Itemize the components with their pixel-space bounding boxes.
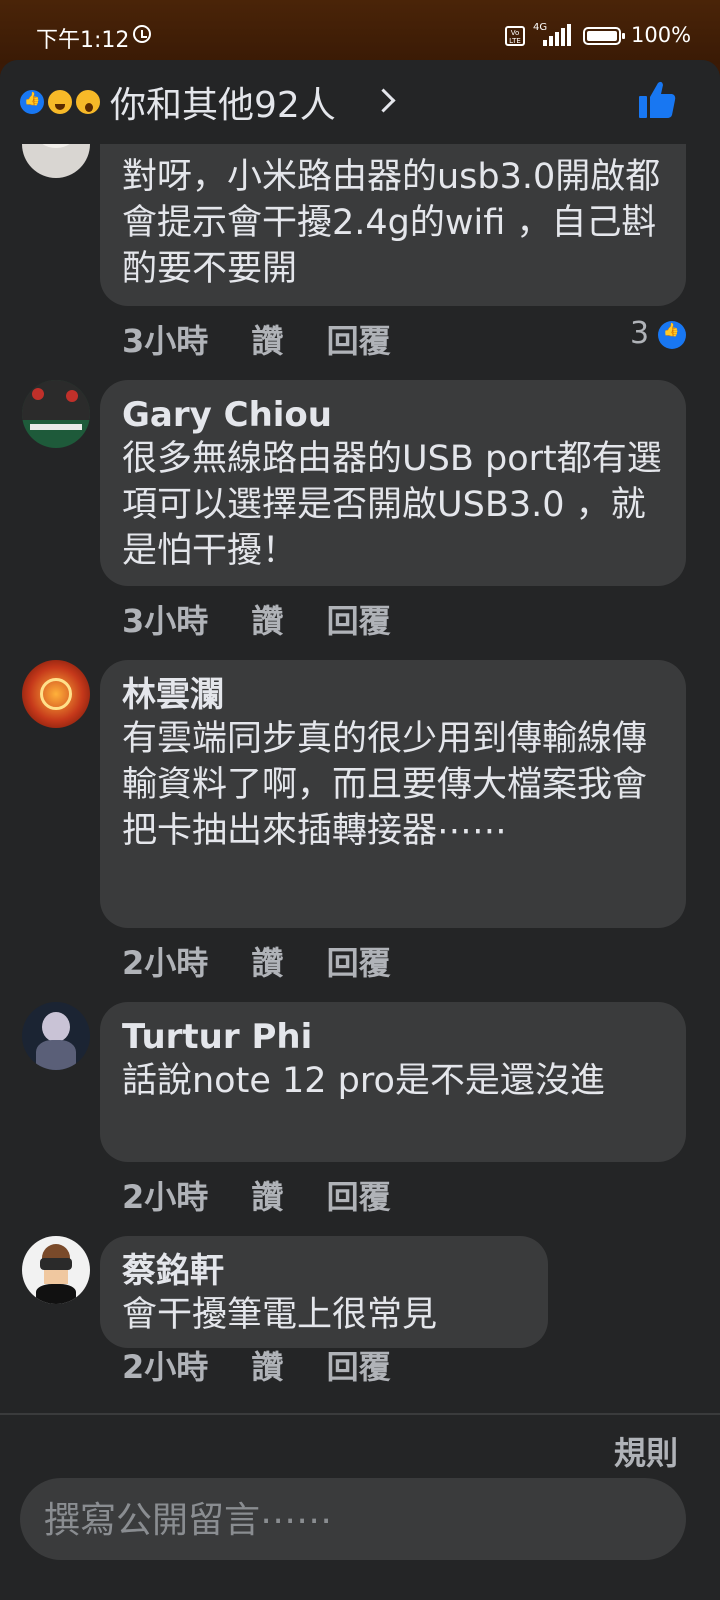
reactions-summary-text[interactable]: 你和其他92人 — [110, 76, 336, 128]
status-bar: 下午1:12 Vo LTE 4G 100% — [0, 0, 720, 64]
comment-author[interactable]: 蔡銘軒 — [122, 1250, 526, 1292]
reply-button[interactable]: 回覆 — [327, 1178, 391, 1216]
chevron-right-icon[interactable] — [371, 88, 396, 113]
volte-icon: Vo LTE — [505, 26, 525, 46]
comment-text: 很多無線路由器的USB port都有選項可以選擇是否開啟USB3.0 ，就是怕干… — [122, 439, 662, 571]
comment-bubble: Turtur Phi 話說note 12 pro是不是還沒進 — [100, 1002, 686, 1162]
comment-time: 2小時 — [122, 944, 209, 982]
reactions-summary-bar[interactable]: 你和其他92人 — [0, 60, 720, 144]
comment-compose-box[interactable] — [20, 1478, 686, 1562]
comment-text: 對呀，小米路由器的usb3.0開啟都會提示會干擾2.4g的wifi ，自己斟酌要… — [122, 157, 661, 289]
comment-text: 話說note 12 pro是不是還沒進 — [122, 1061, 605, 1101]
comment-actions: 2小時 讚 回覆 — [122, 1172, 423, 1218]
comments-sheet: 你和其他92人 對呀，小米路由器的usb3.0開啟都會提示會干擾2.4g的wif… — [0, 60, 720, 1600]
thumbs-up-icon[interactable] — [638, 80, 676, 120]
like-button[interactable]: 讚 — [251, 602, 283, 640]
divider — [0, 1413, 720, 1415]
comment-author[interactable]: Gary Chiou — [122, 394, 664, 436]
comment-time: 3小時 — [122, 602, 209, 640]
reply-button[interactable]: 回覆 — [327, 944, 391, 982]
haha-reaction-icon — [46, 88, 74, 116]
like-button[interactable]: 讚 — [251, 1178, 283, 1216]
comment-author[interactable]: 林雲瀾 — [122, 674, 664, 716]
like-badge-icon[interactable] — [658, 321, 686, 349]
rules-link[interactable]: 規則 — [614, 1428, 678, 1474]
avatar[interactable] — [22, 1236, 90, 1304]
comment-time: 2小時 — [122, 1348, 209, 1386]
comment-actions: 3小時 讚 回覆 — [122, 316, 423, 362]
comment-bubble: Gary Chiou 很多無線路由器的USB port都有選項可以選擇是否開啟U… — [100, 380, 686, 586]
reply-button[interactable]: 回覆 — [327, 1348, 391, 1386]
reply-button[interactable]: 回覆 — [327, 602, 391, 640]
comment-actions: 2小時 讚 回覆 — [122, 1342, 423, 1388]
comment-text: 有雲端同步真的很少用到傳輸線傳輸資料了啊，而且要傳大檔案我會把卡抽出來插轉接器⋯… — [122, 719, 648, 851]
comment-actions: 2小時 讚 回覆 — [122, 938, 423, 984]
comment-time: 3小時 — [122, 322, 209, 360]
comment-bubble: 林雲瀾 有雲端同步真的很少用到傳輸線傳輸資料了啊，而且要傳大檔案我會把卡抽出來插… — [100, 660, 686, 928]
avatar[interactable] — [22, 660, 90, 728]
comment-input[interactable] — [42, 1478, 646, 1562]
reply-button[interactable]: 回覆 — [327, 322, 391, 360]
status-time: 下午1:12 — [36, 28, 130, 53]
comment-text: 會干擾筆電上很常見 — [122, 1295, 438, 1335]
signal-icon — [543, 24, 573, 46]
comment-actions: 3小時 讚 回覆 — [122, 596, 423, 642]
like-button[interactable]: 讚 — [251, 322, 283, 360]
like-button[interactable]: 讚 — [251, 944, 283, 982]
alarm-icon — [133, 25, 151, 43]
comment-author[interactable]: Turtur Phi — [122, 1016, 664, 1058]
comment-bubble: 蔡銘軒 會干擾筆電上很常見 — [100, 1236, 548, 1348]
like-reaction-icon — [18, 88, 46, 116]
battery-icon — [583, 27, 625, 45]
avatar[interactable] — [22, 380, 90, 448]
like-count[interactable]: 3 — [630, 316, 649, 351]
battery-percent: 100% — [631, 23, 692, 47]
comment-time: 2小時 — [122, 1178, 209, 1216]
wow-reaction-icon — [74, 88, 102, 116]
avatar[interactable] — [22, 1002, 90, 1070]
like-button[interactable]: 讚 — [251, 1348, 283, 1386]
